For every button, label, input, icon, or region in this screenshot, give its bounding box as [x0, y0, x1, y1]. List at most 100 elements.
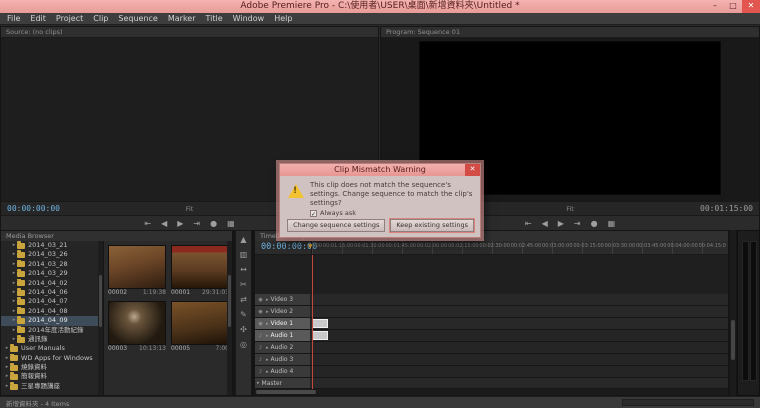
track-mute-toggle-icon[interactable]: ♪: [257, 333, 264, 339]
keep-existing-settings-button[interactable]: Keep existing settings: [390, 219, 474, 232]
menu-project[interactable]: Project: [51, 13, 88, 24]
timeline-vertical-scrollbar[interactable]: [730, 230, 736, 396]
track-lane[interactable]: [311, 378, 728, 388]
track-name[interactable]: Audio 1: [271, 332, 294, 339]
slip-tool-icon[interactable]: ⇄: [237, 294, 250, 305]
menu-help[interactable]: Help: [269, 13, 297, 24]
source-monitor-tab[interactable]: Source: (no clips): [1, 27, 378, 38]
step-back-icon[interactable]: ◀: [161, 219, 167, 228]
track-name[interactable]: Audio 4: [271, 368, 294, 375]
track-lane[interactable]: [311, 354, 728, 365]
track-header[interactable]: ♪▸Audio 4: [255, 366, 311, 377]
track-select-tool-icon[interactable]: ▥: [237, 249, 250, 260]
tree-item[interactable]: ▸2014_03_21: [1, 241, 103, 250]
menu-clip[interactable]: Clip: [88, 13, 113, 24]
chevron-right-icon[interactable]: ▸: [266, 333, 269, 339]
export-frame-icon[interactable]: ▦: [608, 219, 616, 228]
chevron-right-icon[interactable]: ▸: [257, 380, 260, 386]
program-monitor-tab[interactable]: Program: Sequence 01: [381, 27, 759, 38]
clip-thumbnail[interactable]: 0000129:31:03: [171, 245, 229, 297]
clip-thumbnail-image[interactable]: [108, 301, 166, 345]
play-icon[interactable]: ▶: [558, 219, 564, 228]
tree-item[interactable]: ▸WD Apps for Windows: [1, 354, 103, 363]
timeline-ruler[interactable]: :00 00:01:15:00 00:01:30:00 00:01:45:00 …: [311, 241, 728, 254]
track-output-toggle-icon[interactable]: ◉: [257, 321, 264, 327]
track-lane[interactable]: [311, 342, 728, 353]
clip-thumbnail[interactable]: 000057:00: [171, 301, 229, 353]
track-output-toggle-icon[interactable]: ◉: [257, 309, 264, 315]
hand-tool-icon[interactable]: ✣: [237, 324, 250, 335]
tree-item[interactable]: ▸簡報資料: [1, 372, 103, 381]
tree-item[interactable]: ▸User Manuals: [1, 344, 103, 353]
track-header[interactable]: ♪▸Audio 3: [255, 354, 311, 365]
track-header[interactable]: ◉▸Video 1: [255, 318, 311, 329]
clip-thumbnail[interactable]: 000021:19:38: [108, 245, 166, 297]
chevron-right-icon[interactable]: ▸: [266, 321, 269, 327]
menu-file[interactable]: File: [2, 13, 25, 24]
minimize-button[interactable]: –: [706, 0, 724, 13]
tree-scrollbar[interactable]: [98, 241, 103, 395]
clip-thumbnail-image[interactable]: [171, 245, 229, 289]
chevron-right-icon[interactable]: ▸: [266, 297, 269, 303]
track-name[interactable]: Audio 2: [271, 344, 294, 351]
source-timecode[interactable]: 00:00:00:00: [1, 204, 60, 213]
step-forward-icon[interactable]: ⇥: [574, 219, 581, 228]
track-header[interactable]: ▸Master: [255, 378, 311, 388]
track-name[interactable]: Video 1: [271, 320, 294, 327]
tree-item[interactable]: ▸2014_04_07: [1, 297, 103, 306]
menu-title[interactable]: Title: [201, 13, 228, 24]
tree-item[interactable]: ▸2014_03_28: [1, 260, 103, 269]
track-header[interactable]: ◉▸Video 2: [255, 306, 311, 317]
track-lane[interactable]: [311, 318, 728, 329]
razor-tool-icon[interactable]: ✂: [237, 279, 250, 290]
tree-item[interactable]: ▸2014_04_02: [1, 279, 103, 288]
track-name[interactable]: Master: [262, 380, 283, 387]
change-sequence-settings-button[interactable]: Change sequence settings: [287, 219, 385, 232]
track-mute-toggle-icon[interactable]: ♪: [257, 369, 264, 375]
timeline-horizontal-scrollbar[interactable]: [255, 389, 728, 395]
tree-item[interactable]: ▸2014_04_06: [1, 288, 103, 297]
play-icon[interactable]: ▶: [177, 219, 183, 228]
tree-item-selected[interactable]: ▸2014_04_09: [1, 316, 103, 325]
menu-sequence[interactable]: Sequence: [113, 13, 162, 24]
chevron-right-icon[interactable]: ▸: [266, 309, 269, 315]
ripple-edit-tool-icon[interactable]: ↔: [237, 264, 250, 275]
always-ask-checkbox[interactable]: ✓: [310, 210, 317, 217]
track-lane[interactable]: [311, 294, 728, 305]
zoom-tool-icon[interactable]: ◎: [237, 339, 250, 350]
chevron-right-icon[interactable]: ▸: [266, 369, 269, 375]
tree-item[interactable]: ▸三星專題講座: [1, 382, 103, 391]
track-header[interactable]: ♪▸Audio 1: [255, 330, 311, 341]
track-header[interactable]: ◉▸Video 3: [255, 294, 311, 305]
export-frame-icon[interactable]: ▦: [227, 219, 235, 228]
dialog-close-button[interactable]: ✕: [465, 164, 480, 176]
playhead-marker-icon[interactable]: ▼: [308, 243, 313, 250]
close-button[interactable]: ✕: [742, 0, 760, 13]
tree-item[interactable]: ▸2014_03_29: [1, 269, 103, 278]
tree-item[interactable]: ▸燒錄資料: [1, 363, 103, 372]
go-to-in-icon[interactable]: ⇤: [144, 219, 151, 228]
track-output-toggle-icon[interactable]: ◉: [257, 297, 264, 303]
selection-tool-icon[interactable]: ▲: [237, 234, 250, 245]
clip-thumbnail-image[interactable]: [108, 245, 166, 289]
timeline-timecode[interactable]: 00:00:00:00: [255, 241, 311, 254]
step-back-icon[interactable]: ◀: [542, 219, 548, 228]
clip-list-scrollbar[interactable]: [227, 241, 232, 395]
menu-edit[interactable]: Edit: [25, 13, 51, 24]
clip-thumbnail-image[interactable]: [171, 301, 229, 345]
go-to-out-icon[interactable]: ●: [210, 219, 217, 228]
pen-tool-icon[interactable]: ✎: [237, 309, 250, 320]
audio-clip[interactable]: [312, 331, 328, 340]
track-name[interactable]: Video 2: [271, 308, 294, 315]
tree-item[interactable]: ▸2014_04_08: [1, 307, 103, 316]
chevron-right-icon[interactable]: ▸: [266, 345, 269, 351]
menu-marker[interactable]: Marker: [163, 13, 201, 24]
chevron-right-icon[interactable]: ▸: [266, 357, 269, 363]
tree-item[interactable]: ▸通訊錄: [1, 335, 103, 344]
track-name[interactable]: Video 3: [271, 296, 294, 303]
tree-item[interactable]: ▸2014_03_26: [1, 250, 103, 259]
track-lane[interactable]: [311, 366, 728, 377]
track-name[interactable]: Audio 3: [271, 356, 294, 363]
go-to-in-icon[interactable]: ⇤: [525, 219, 532, 228]
track-lane[interactable]: [311, 306, 728, 317]
